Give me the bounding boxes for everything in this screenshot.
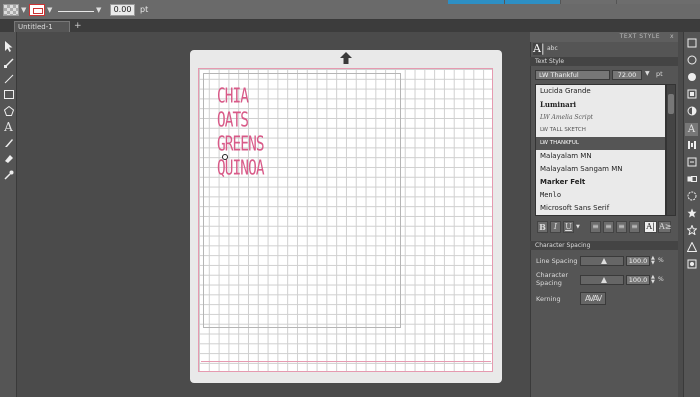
line-style-selector[interactable]	[58, 11, 94, 12]
top-tab-design[interactable]	[448, 0, 504, 4]
feed-direction-arrow-icon	[340, 52, 352, 64]
line-spacing-slider[interactable]	[580, 256, 624, 266]
character-spacing-header: Character Spacing	[530, 241, 678, 250]
panel-close-icon[interactable]: x	[670, 33, 674, 40]
kerning-label: Kerning	[536, 295, 561, 303]
left-toolbar: A	[0, 32, 17, 397]
text-options-tab-icon[interactable]: abc	[547, 43, 559, 55]
top-tab-store[interactable]	[504, 0, 560, 4]
italic-button[interactable]: I	[550, 221, 561, 233]
bold-button[interactable]: B	[537, 221, 548, 233]
line-weight-unit: pt	[140, 5, 149, 14]
eyedropper-tool-icon[interactable]	[2, 168, 15, 181]
text-line-quinoa[interactable]: QUINOA	[217, 157, 265, 178]
stroke-color-swatch[interactable]	[29, 4, 45, 16]
edit-points-icon[interactable]	[2, 56, 15, 69]
select-arrow-icon[interactable]	[2, 40, 15, 53]
panel-modify-icon[interactable]	[685, 191, 698, 204]
document-tab[interactable]: Untitled-1	[14, 21, 70, 32]
character-spacing-percent: %	[658, 276, 664, 283]
underline-dropdown-icon[interactable]: ▼	[576, 224, 580, 230]
font-list-item[interactable]: LW TALL SKETCH	[540, 124, 662, 137]
font-list-item[interactable]: Menlo	[540, 189, 662, 202]
panel-transform-icon[interactable]	[685, 157, 698, 170]
font-list-item[interactable]: Luminari	[540, 98, 662, 111]
font-list-item[interactable]: Malayalam MN	[540, 150, 662, 163]
line-style-dropdown-icon[interactable]: ▼	[96, 6, 101, 14]
text-line-oats[interactable]: OATS	[217, 109, 249, 130]
text-line-chia[interactable]: CHIA	[217, 85, 249, 106]
character-spacing-down-icon[interactable]: ▼	[651, 280, 655, 285]
stroke-dropdown-icon[interactable]: ▼	[47, 6, 52, 14]
top-tab-send[interactable]	[616, 0, 700, 4]
font-size-dropdown-icon[interactable]: ▼	[645, 70, 650, 77]
font-list-item[interactable]: Marker Felt	[540, 176, 662, 189]
justify-button[interactable]: ≡	[629, 221, 640, 233]
panel-texture-icon[interactable]	[685, 72, 698, 85]
cut-border-line	[201, 361, 491, 362]
text-line-greens[interactable]: GREENS	[217, 133, 265, 154]
polygon-tool-icon[interactable]	[2, 104, 15, 117]
panel-offset-icon[interactable]	[685, 208, 698, 221]
character-spacing-input[interactable]: 100.0	[626, 275, 650, 285]
document-tab-bar	[0, 20, 700, 32]
font-size-unit: pt	[656, 70, 663, 78]
align-right-button[interactable]: ≡	[616, 221, 627, 233]
panel-trace-icon[interactable]	[685, 241, 698, 255]
font-list-item[interactable]: LW Amelia Script	[540, 111, 662, 124]
text-style-section-header: Text Style	[530, 57, 678, 66]
font-list-item[interactable]: Lucida Grande	[540, 85, 662, 98]
panel-shadow-icon[interactable]	[685, 89, 698, 102]
font-size-input[interactable]: 72.00	[612, 70, 642, 80]
line-spacing-label: Line Spacing	[536, 257, 578, 265]
panel-line-style-icon[interactable]	[685, 106, 698, 119]
add-tab-button[interactable]: +	[74, 21, 82, 31]
panel-pixscan-icon[interactable]	[685, 259, 698, 272]
panel-fill-icon[interactable]	[685, 38, 698, 51]
font-list-item-selected[interactable]: LW THANKFUL	[536, 137, 665, 150]
rectangle-tool-icon[interactable]	[2, 88, 15, 101]
line-spacing-down-icon[interactable]: ▼	[651, 261, 655, 266]
font-list[interactable]: Lucida Grande Luminari LW Amelia Script …	[535, 84, 666, 216]
panel-sketch-icon[interactable]	[685, 224, 698, 238]
fill-color-swatch[interactable]	[3, 4, 19, 16]
text-tool-icon[interactable]: A	[2, 120, 15, 134]
panel-align-icon[interactable]	[685, 140, 698, 153]
knife-tool-icon[interactable]	[2, 136, 15, 149]
kerning-button[interactable]: AVAV	[580, 292, 606, 305]
top-tab-library[interactable]	[560, 0, 616, 4]
character-spacing-slider[interactable]	[580, 275, 624, 285]
align-left-button[interactable]: ≡	[590, 221, 601, 233]
panel-line-color-icon[interactable]	[685, 55, 698, 68]
panel-replicate-icon[interactable]	[685, 174, 698, 187]
font-list-item[interactable]: Malayalam Sangam MN	[540, 163, 662, 176]
line-spacing-percent: %	[658, 257, 664, 264]
fill-dropdown-icon[interactable]: ▼	[21, 6, 26, 14]
text-style-tab-icon[interactable]: A|	[533, 43, 545, 55]
panel-text-style-icon[interactable]: A	[685, 123, 698, 136]
line-spacing-input[interactable]: 100.0	[626, 256, 650, 266]
panel-title: TEXT STYLE	[530, 32, 678, 42]
character-spacing-label: Character Spacing	[536, 271, 569, 287]
text-cursor-icon	[222, 154, 228, 160]
text-frame-button[interactable]: A|	[644, 221, 657, 233]
align-center-button[interactable]: ≡	[603, 221, 614, 233]
text-on-path-button[interactable]: A≥	[658, 221, 671, 233]
eraser-tool-icon[interactable]	[2, 152, 15, 165]
font-list-scroll-thumb[interactable]	[668, 94, 674, 114]
underline-button[interactable]: U	[563, 221, 574, 233]
line-weight-input[interactable]: 0.00	[110, 4, 135, 16]
line-tool-icon[interactable]	[2, 72, 15, 85]
font-list-item[interactable]: Microsoft Sans Serif	[540, 202, 662, 215]
font-name-input[interactable]: LW Thankful	[535, 70, 610, 80]
